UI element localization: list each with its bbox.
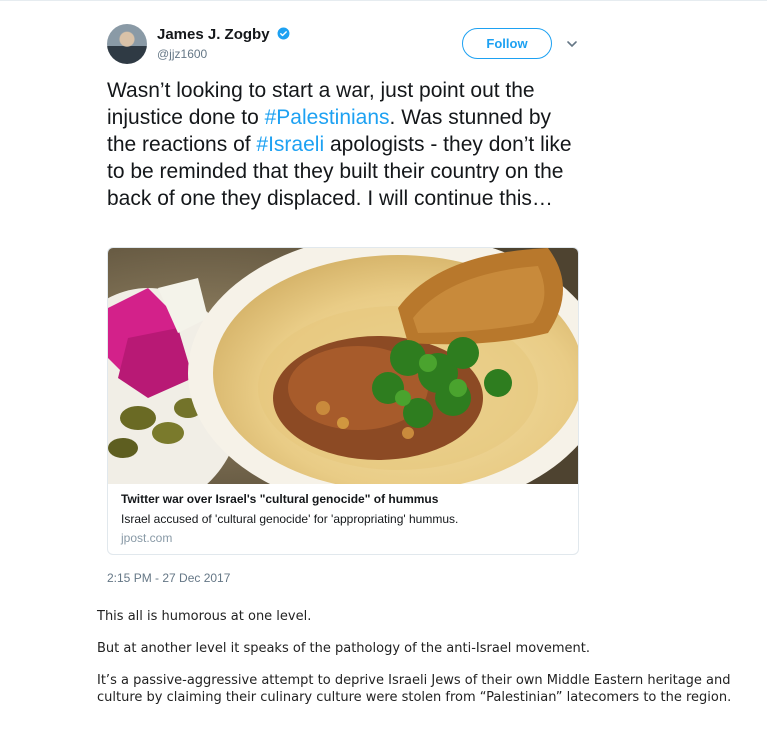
tweet-text: Wasn’t looking to start a war, just poin… (107, 77, 577, 212)
author-name-row[interactable]: James J. Zogby (157, 26, 290, 43)
article-paragraph: It’s a passive-aggressive attempt to dep… (97, 673, 732, 705)
follow-button[interactable]: Follow (462, 28, 552, 59)
author-avatar[interactable] (107, 24, 147, 64)
author-name[interactable]: James J. Zogby (157, 26, 270, 43)
tweet-timestamp[interactable]: 2:15 PM - 27 Dec 2017 (107, 571, 230, 585)
hummus-photo-image (108, 248, 578, 484)
hashtag-palestinians[interactable]: #Palestinians (265, 106, 390, 129)
article-body: This all is humorous at one level. But a… (97, 608, 737, 721)
embedded-tweet: James J. Zogby @jjz1600 Follow Wasn’t lo… (0, 0, 767, 600)
author-handle[interactable]: @jjz1600 (157, 47, 207, 61)
link-card[interactable]: Twitter war over Israel's "cultural geno… (107, 247, 579, 555)
chevron-down-icon[interactable] (566, 38, 578, 50)
hashtag-israeli[interactable]: #Israeli (256, 133, 324, 156)
verified-badge-icon (277, 27, 290, 40)
article-paragraph: This all is humorous at one level. (97, 609, 312, 624)
article-paragraph: But at another level it speaks of the pa… (97, 641, 590, 656)
card-domain: jpost.com (121, 531, 173, 545)
card-description: Israel accused of 'cultural genocide' fo… (121, 512, 459, 526)
card-title[interactable]: Twitter war over Israel's "cultural geno… (121, 492, 438, 506)
